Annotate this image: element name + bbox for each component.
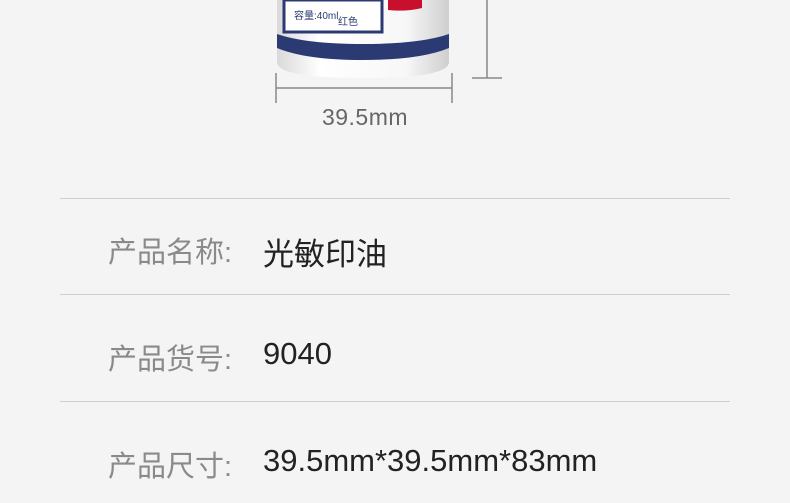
spec-row-item-number: 产品货号: 9040 xyxy=(0,336,790,396)
ink-bottle-image: 容量:40ml 红色 xyxy=(277,0,449,78)
width-dimension-line xyxy=(275,73,453,103)
spec-value: 9040 xyxy=(263,336,332,371)
spec-label: 产品货号: xyxy=(108,344,233,376)
divider xyxy=(60,401,730,402)
spec-value: 光敏印油 xyxy=(263,237,387,272)
spec-row-name: 产品名称: 光敏印油 xyxy=(0,229,790,289)
product-image-area: 容量:40ml 红色 39.5mm xyxy=(0,0,790,150)
width-dimension-label: 39.5mm xyxy=(321,104,409,130)
divider xyxy=(60,294,730,295)
spec-label: 产品尺寸: xyxy=(108,451,233,483)
bottle-capacity-text: 容量:40ml xyxy=(294,9,338,22)
spec-label: 产品名称: xyxy=(108,237,233,269)
height-dimension-line xyxy=(472,0,502,79)
divider xyxy=(60,198,730,199)
bottle-color-text: 红色 xyxy=(338,15,358,28)
spec-row-size: 产品尺寸: 39.5mm*39.5mm*83mm xyxy=(0,443,790,503)
spec-value: 39.5mm*39.5mm*83mm xyxy=(263,443,598,478)
